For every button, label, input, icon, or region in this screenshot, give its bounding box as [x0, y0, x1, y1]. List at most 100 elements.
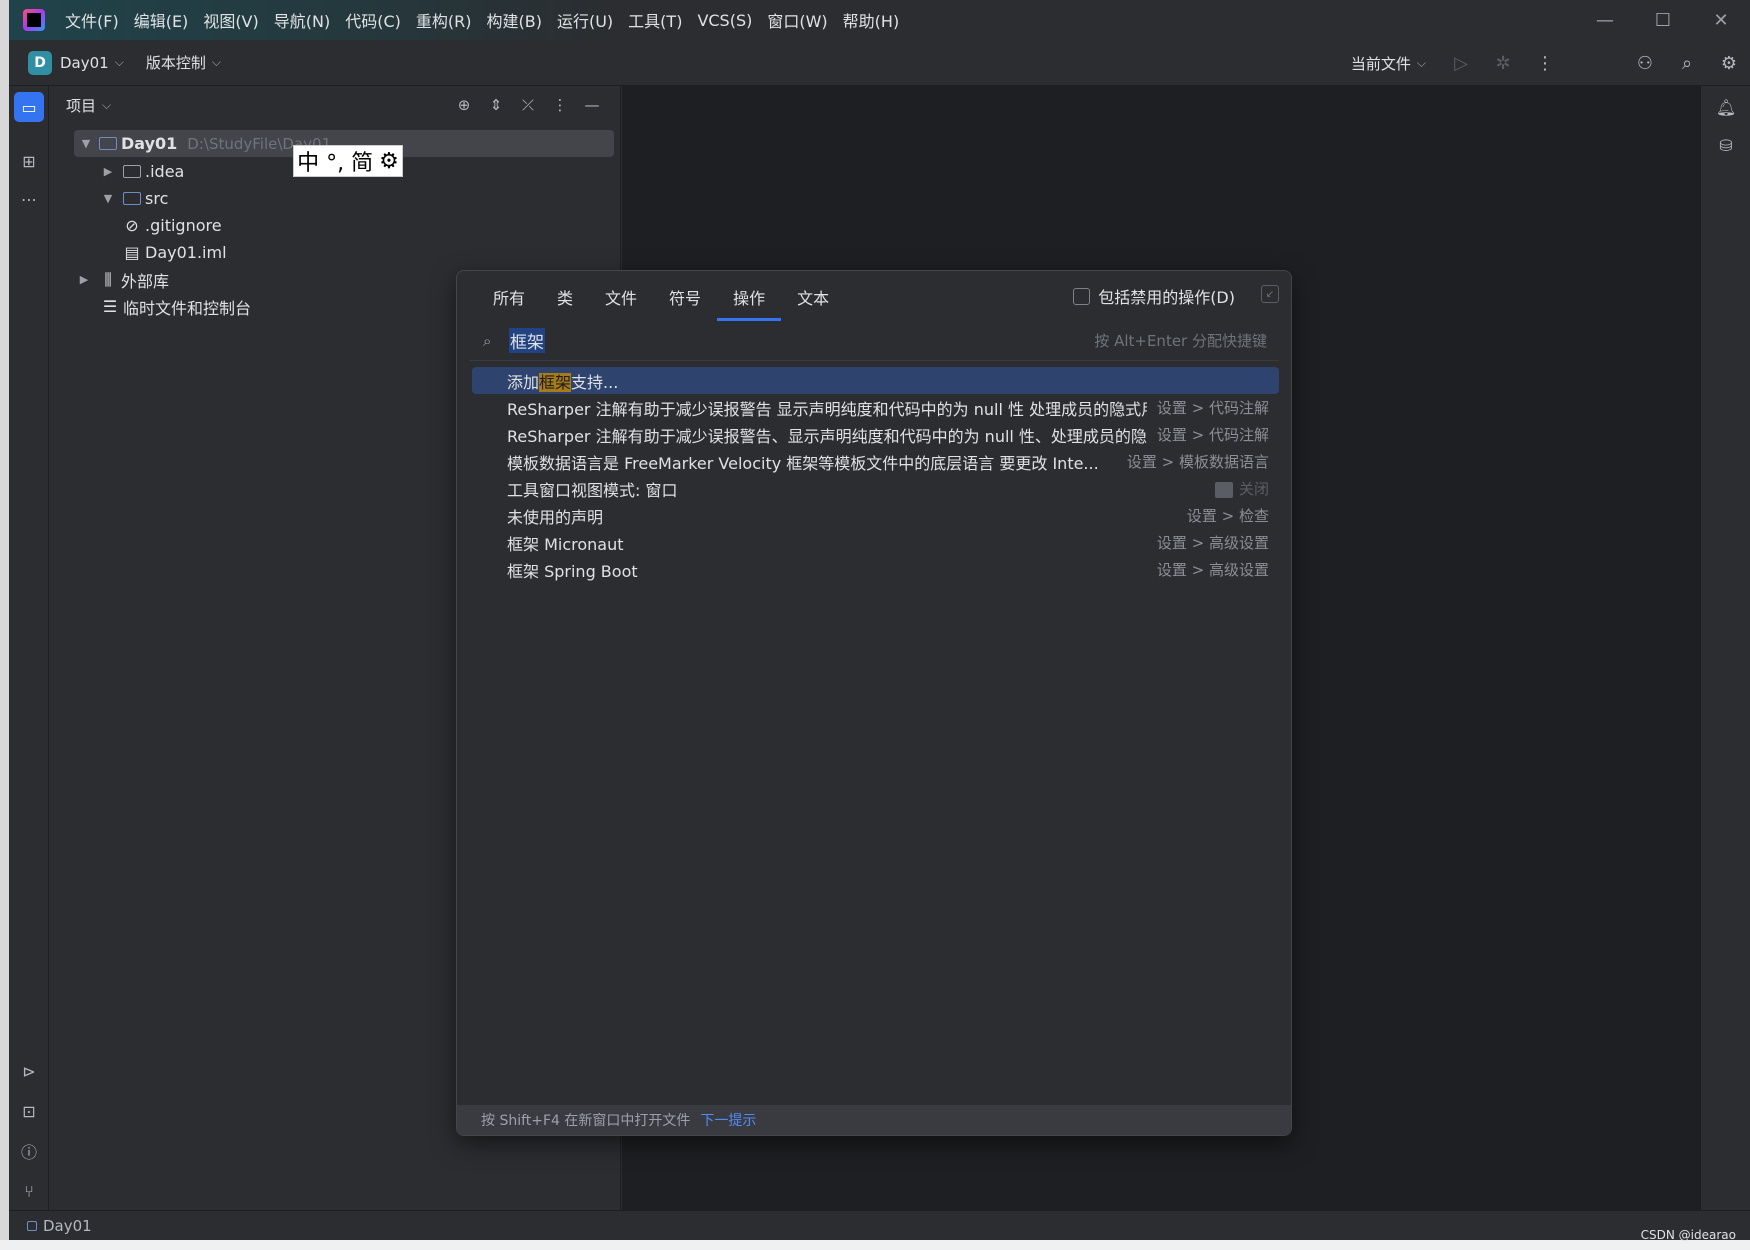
source-folder-icon [122, 190, 142, 208]
tree-row-src[interactable]: ▼ src [100, 185, 169, 212]
run-tool-icon[interactable]: ⊳ [14, 1056, 44, 1086]
ime-indicator-text: 中 °, 简 [297, 151, 374, 176]
tree-item-label: 外部库 [121, 271, 170, 291]
locate-icon[interactable]: ⊕ [448, 96, 480, 114]
close-button[interactable]: ✕ [1692, 0, 1750, 40]
open-in-window-icon[interactable]: ↙ [1261, 285, 1279, 303]
minimize-button[interactable]: — [1576, 0, 1634, 40]
expand-all-icon[interactable]: ⇕ [480, 96, 512, 114]
tree-row-idea[interactable]: ▶ .idea [100, 158, 185, 185]
result-label: 框架 Micronaut [507, 534, 624, 554]
tree-row-external-libraries[interactable]: ▶ ⫼ 外部库 [76, 266, 169, 293]
search-query[interactable]: 框架 [509, 328, 545, 353]
menu-refactor[interactable]: 重构(R) [416, 8, 472, 32]
main-toolbar: D Day01 ⌵ 版本控制 ⌵ 当前文件 ⌵ ▷ ✲ ⋮ ⚇ ⌕ ⚙ [9, 40, 1750, 86]
result-label: ReSharper 注解有助于减少误报警告、显示声明纯度和代码中的为 null … [507, 426, 1147, 446]
include-disabled-checkbox[interactable]: 包括禁用的操作(D) [1073, 284, 1235, 308]
tab-files[interactable]: 文件 [589, 285, 653, 321]
left-tool-strip: ▭ ⊞ ⋯ ⊳ ⊡ ⓘ ⑂ [9, 86, 49, 1210]
watermark: CSDN @idearao [1640, 1228, 1736, 1242]
window-controls: — ☐ ✕ [1576, 0, 1750, 40]
chevron-down-icon[interactable]: ⌵ [115, 55, 124, 70]
terminal-icon[interactable]: ⊡ [14, 1096, 44, 1126]
menu-run[interactable]: 运行(U) [557, 8, 613, 32]
notifications-icon[interactable]: 🔔︎ [1711, 92, 1741, 122]
menu-help[interactable]: 帮助(H) [843, 8, 900, 32]
structure-icon[interactable]: ⊞ [14, 146, 44, 176]
settings-icon[interactable]: ⚙ [1708, 40, 1750, 86]
more-actions-icon[interactable]: ⋮ [1524, 40, 1566, 86]
collapse-all-icon[interactable]: ⤫ [512, 96, 544, 114]
desktop-edge [0, 0, 9, 1250]
result-row[interactable]: 工具窗口视图模式: 窗口 关闭 [472, 475, 1279, 502]
menu-window[interactable]: 窗口(W) [767, 8, 827, 32]
result-row[interactable]: 未使用的声明 设置 > 检查 [472, 502, 1279, 529]
more-tools-icon[interactable]: ⋯ [14, 184, 44, 214]
toggle-switch[interactable]: 关闭 [1214, 478, 1269, 499]
result-row[interactable]: ReSharper 注解有助于减少误报警告 显示声明纯度和代码中的为 null … [472, 394, 1279, 421]
add-user-icon[interactable]: ⚇ [1624, 40, 1666, 86]
search-tabs: 所有 类 文件 符号 操作 文本 包括禁用的操作(D) ↙ [457, 271, 1291, 321]
taskbar-edge [0, 1240, 1750, 1250]
checkbox-icon[interactable] [1073, 287, 1091, 305]
menu-navigate[interactable]: 导航(N) [274, 8, 330, 32]
right-tool-strip: 🔔︎ ⛁ [1700, 86, 1750, 1210]
menu-code[interactable]: 代码(C) [345, 8, 401, 32]
chevron-down-icon[interactable]: ⌵ [212, 55, 221, 70]
tab-actions[interactable]: 操作 [717, 285, 782, 321]
menu-vcs[interactable]: VCS(S) [697, 11, 752, 30]
ime-indicator[interactable]: 中 °, 简 ⚙ [293, 145, 403, 177]
expand-arrow-icon[interactable]: ▼ [100, 192, 116, 205]
menu-edit[interactable]: 编辑(E) [134, 8, 189, 32]
result-row[interactable]: 添加框架支持... [472, 367, 1279, 394]
hide-panel-icon[interactable]: — [576, 96, 608, 114]
problems-icon[interactable]: ⓘ [14, 1136, 44, 1166]
menu-view[interactable]: 视图(V) [203, 8, 258, 32]
search-everywhere-popup: 所有 类 文件 符号 操作 文本 包括禁用的操作(D) ↙ ⌕ 框架 按 Alt… [456, 270, 1292, 1136]
git-icon[interactable]: ⑂ [14, 1176, 44, 1206]
project-panel-title[interactable]: 项目 [66, 95, 96, 116]
scratches-icon: ☰ [102, 297, 118, 316]
tab-text[interactable]: 文本 [781, 285, 845, 321]
project-name[interactable]: Day01 [60, 54, 109, 72]
maximize-button[interactable]: ☐ [1634, 0, 1692, 40]
tree-row-gitignore[interactable]: ⊘ .gitignore [122, 212, 221, 239]
result-row[interactable]: 模板数据语言是 FreeMarker Velocity 框架等模板文件中的底层语… [472, 448, 1279, 475]
tab-classes[interactable]: 类 [541, 285, 589, 321]
menu-tools[interactable]: 工具(T) [628, 8, 682, 32]
run-icon[interactable]: ▷ [1440, 40, 1482, 86]
ignore-file-icon: ⊘ [125, 216, 139, 235]
project-badge[interactable]: D [28, 50, 52, 75]
database-icon[interactable]: ⛁ [1711, 130, 1741, 160]
project-folder-icon[interactable]: ▭ [14, 92, 44, 122]
gear-icon[interactable]: ⚙ [379, 149, 399, 174]
result-row[interactable]: 框架 Micronaut 设置 > 高级设置 [472, 529, 1279, 556]
run-config-selector[interactable]: 当前文件 [1351, 53, 1411, 74]
result-label: ReSharper 注解有助于减少误报警告 显示声明纯度和代码中的为 null … [507, 399, 1147, 419]
tree-row-iml[interactable]: ▤ Day01.iml [122, 239, 227, 266]
search-icon[interactable]: ⌕ [1666, 40, 1708, 86]
next-tip-link[interactable]: 下一提示 [700, 1110, 756, 1130]
chevron-down-icon[interactable]: ⌵ [1417, 56, 1426, 71]
search-input[interactable]: ⌕ 框架 按 Alt+Enter 分配快捷键 [469, 321, 1279, 361]
intellij-logo-icon [23, 9, 45, 31]
options-icon[interactable]: ⋮ [544, 96, 576, 114]
collapsed-arrow-icon[interactable]: ▶ [100, 165, 116, 178]
result-label: 框架 Spring Boot [507, 561, 638, 581]
tree-item-label: Day01.iml [145, 243, 227, 262]
tab-symbols[interactable]: 符号 [653, 285, 717, 321]
module-icon [27, 1220, 37, 1231]
result-row[interactable]: 框架 Spring Boot 设置 > 高级设置 [472, 556, 1279, 583]
status-project-name[interactable]: Day01 [43, 1217, 92, 1235]
tab-all[interactable]: 所有 [477, 285, 541, 321]
vcs-widget[interactable]: 版本控制 [146, 52, 206, 73]
tree-row-scratches[interactable]: ☰ 临时文件和控制台 [100, 293, 251, 320]
menu-file[interactable]: 文件(F) [65, 8, 119, 32]
collapsed-arrow-icon[interactable]: ▶ [76, 273, 92, 286]
result-row[interactable]: ReSharper 注解有助于减少误报警告、显示声明纯度和代码中的为 null … [472, 421, 1279, 448]
expand-arrow-icon[interactable]: ▼ [78, 137, 94, 150]
debug-icon[interactable]: ✲ [1482, 40, 1524, 86]
menu-build[interactable]: 构建(B) [487, 8, 542, 32]
result-label: 模板数据语言是 FreeMarker Velocity 框架等模板文件中的底层语… [507, 453, 1099, 473]
chevron-down-icon[interactable]: ⌵ [102, 98, 111, 113]
